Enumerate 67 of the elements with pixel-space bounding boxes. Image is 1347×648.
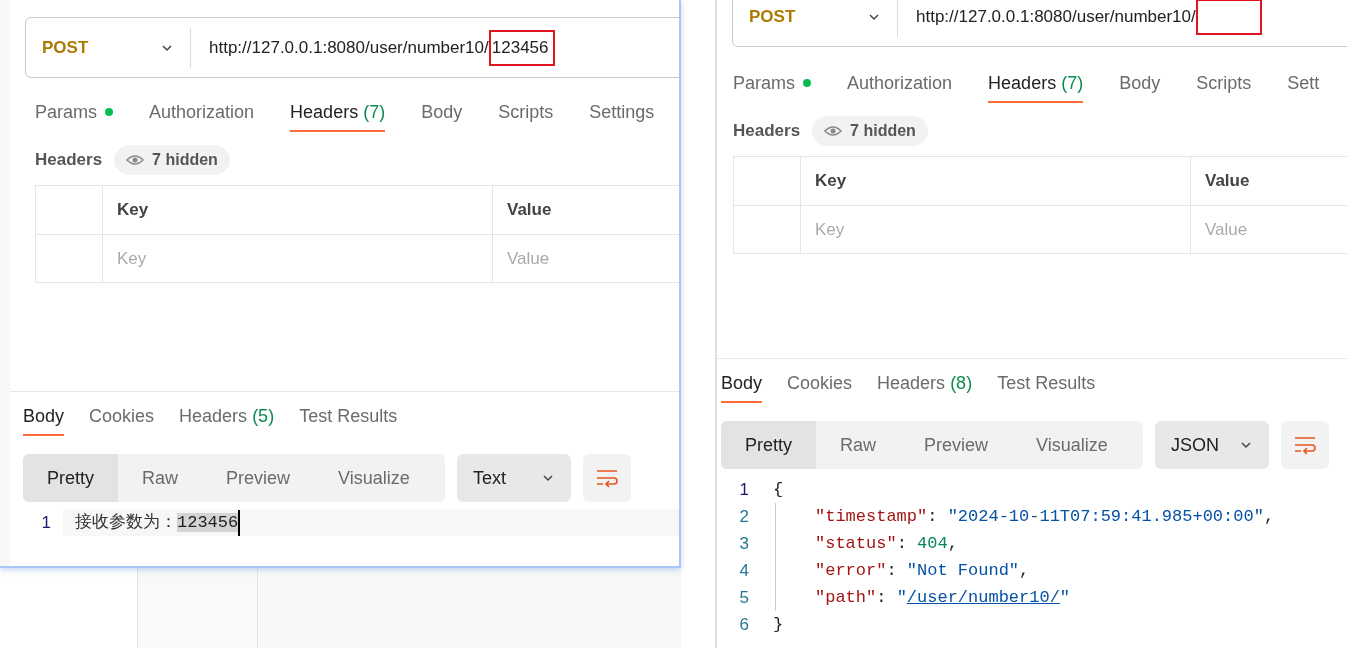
format-dropdown[interactable]: Text [457,454,571,502]
column-header: Key [814,170,848,193]
code-line: "error": "Not Found", [815,559,1030,582]
request-tab[interactable]: Scripts [1196,65,1252,103]
eye-icon [126,154,145,166]
request-tab[interactable]: Settings [589,94,655,132]
code-line: "path": "/user/number10/" [815,586,1071,609]
line-number: 2 [738,505,750,528]
request-tab[interactable]: Authorization [847,65,953,103]
response-tab[interactable]: Body [721,366,763,403]
url-field[interactable]: http://127.0.0.1:8080/user/number10/ [916,3,1196,30]
line-number: 5 [738,586,750,609]
request-tab[interactable]: Scripts [498,94,554,132]
view-tab[interactable]: Visualize [1012,421,1132,469]
url-field[interactable]: http://127.0.0.1:8080/user/number10/ [209,34,489,61]
response-tab[interactable]: Cookies [787,366,853,403]
headers-title: Headers [733,120,801,143]
column-header: Key [116,199,150,222]
view-tab[interactable]: Visualize [314,454,434,502]
method-dropdown[interactable]: POST [733,0,898,37]
code-line: "timestamp": "2024-10-11T07:59:41.985+00:00", [815,505,1275,528]
line-number: 4 [738,559,750,582]
request-tab[interactable]: Body [421,94,463,132]
request-tab[interactable]: Authorization [149,94,255,132]
view-tab[interactable]: Preview [900,421,1013,469]
column-header: Value [506,199,553,222]
line-number: 1 [738,478,750,501]
headers-title: Headers [35,149,103,172]
wrap-lines-icon [1293,435,1317,455]
eye-icon [824,125,843,137]
code-line: } [773,613,784,636]
response-tab[interactable]: Body [23,399,65,436]
request-tab[interactable]: Headers (7) [290,94,386,132]
code-line: { [773,478,784,501]
hidden-headers-badge[interactable]: 7 hidden [812,116,928,146]
line-number: 6 [738,613,750,636]
wrap-lines-icon [595,468,619,488]
request-tab[interactable]: Sett [1287,65,1320,103]
key-input[interactable]: Key [103,235,492,282]
response-tab[interactable]: Test Results [299,399,398,436]
view-tab[interactable]: Raw [118,454,203,502]
response-tab[interactable]: Headers (5) [179,399,275,436]
view-tab[interactable]: Pretty [23,454,118,502]
response-tab[interactable]: Headers (8) [877,366,973,403]
line-number: 3 [738,532,750,555]
highlight-box: 123456 [488,29,555,66]
hidden-headers-badge[interactable]: 7 hidden [114,145,230,175]
wrap-button[interactable] [1281,421,1329,469]
request-tab[interactable]: Headers (7) [988,65,1084,103]
key-input[interactable]: Key [801,206,1190,253]
response-tab[interactable]: Test Results [997,366,1096,403]
method-dropdown[interactable]: POST [26,27,191,68]
format-dropdown[interactable]: JSON [1155,421,1269,469]
view-tab[interactable]: Raw [816,421,901,469]
request-tab[interactable]: Params [733,65,811,103]
value-input[interactable]: Value [1191,206,1347,253]
request-tab[interactable]: Params [35,94,113,132]
request-tab[interactable]: Body [1119,65,1161,103]
view-tab[interactable]: Pretty [721,421,816,469]
line-number: 1 [40,511,52,534]
value-input[interactable]: Value [493,235,679,282]
column-header: Value [1204,170,1251,193]
code-line: 接收参数为：123456 [75,511,239,534]
wrap-button[interactable] [583,454,631,502]
view-tab[interactable]: Preview [202,454,315,502]
response-tab[interactable]: Cookies [89,399,155,436]
code-line: "status": 404, [815,532,958,555]
